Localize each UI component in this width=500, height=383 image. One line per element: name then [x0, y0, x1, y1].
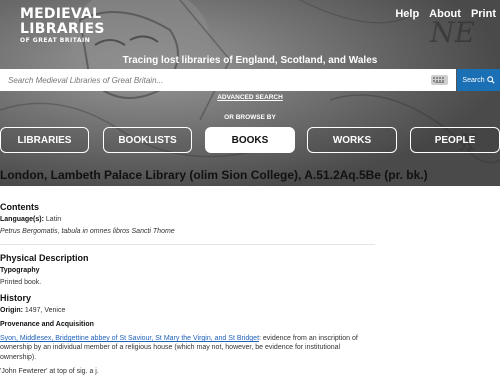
language-value: Latin: [45, 216, 62, 223]
provenance-text-3: ownership).: [0, 354, 37, 361]
tagline: Tracing lost libraries of England, Scotl…: [122, 55, 378, 66]
svg-text:NE: NE: [429, 16, 475, 49]
top-nav: Help About Print: [395, 8, 496, 20]
browse-buttons: LIBRARIES BOOKLISTS BOOKS WORKS PEOPLE: [0, 127, 500, 155]
provenance-heading: Provenance and Acquisition: [0, 321, 94, 328]
logo-line3: OF GREAT BRITAIN: [20, 37, 91, 44]
keyboard-icon[interactable]: [431, 75, 448, 85]
language-label: Language(s):: [0, 216, 44, 223]
logo-line1: MEDIEVAL: [20, 6, 102, 22]
nav-print-link[interactable]: Print: [471, 8, 496, 20]
nav-about-link[interactable]: About: [429, 8, 461, 20]
search-button-label: Search: [462, 76, 485, 84]
history-heading: History: [0, 293, 32, 303]
browse-books-button[interactable]: BOOKS: [205, 127, 295, 153]
site-logo[interactable]: MEDIEVAL LIBRARIES OF GREAT BRITAIN: [20, 7, 105, 44]
provenance-link[interactable]: Syon, Middlesex, Bridgettine abbey of St…: [0, 335, 259, 342]
logo-line2: LIBRARIES: [20, 21, 105, 37]
advanced-search-link[interactable]: ADVANCED SEARCH: [0, 94, 500, 101]
provenance-text-2: ownership by an individual member of a r…: [0, 344, 341, 351]
search-icon: [486, 76, 495, 84]
provenance-text-1: : evidence from an inscription of: [259, 335, 358, 342]
nav-help-link[interactable]: Help: [395, 8, 419, 20]
browse-by-label: OR BROWSE BY: [224, 114, 276, 121]
search-input[interactable]: Search Medieval Libraries of Great Brita…: [0, 69, 456, 91]
physical-description-heading: Physical Description: [0, 253, 89, 263]
search-bar: Search Medieval Libraries of Great Brita…: [0, 69, 500, 91]
record-title: London, Lambeth Palace Library (olim Sio…: [0, 168, 428, 182]
hero-banner: NE X MEDIEVAL LIBRARIES OF GREAT BRITAIN…: [0, 0, 500, 186]
divider: [0, 244, 375, 245]
origin-value: 1497, Venice: [24, 307, 66, 314]
contents-text: Petrus Bergomatis, tabula in omnes libro…: [0, 228, 175, 235]
typography-label: Typography: [0, 267, 40, 274]
typography-value: Printed book.: [0, 279, 42, 286]
browse-works-button[interactable]: WORKS: [307, 127, 397, 153]
search-button[interactable]: Search: [457, 69, 500, 91]
contents-heading: Contents: [0, 202, 39, 212]
browse-booklists-button[interactable]: BOOKLISTS: [103, 127, 192, 153]
browse-libraries-button[interactable]: LIBRARIES: [0, 127, 89, 153]
origin-label: Origin:: [0, 307, 23, 314]
inscription-text: 'John Fewterer' at top of sig. a j.: [0, 368, 99, 375]
browse-people-button[interactable]: PEOPLE: [410, 127, 500, 153]
